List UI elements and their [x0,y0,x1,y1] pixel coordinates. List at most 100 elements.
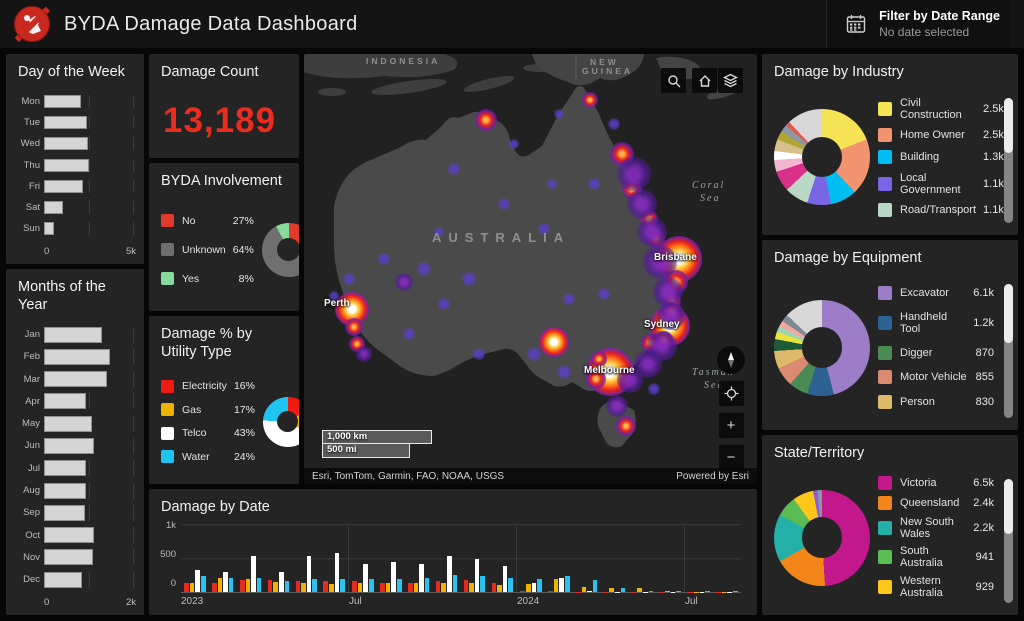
bar[interactable] [340,579,345,592]
bar[interactable] [559,578,564,592]
bar-row[interactable]: Jan [12,327,134,343]
map-search-button[interactable] [661,68,686,93]
bar[interactable] [296,581,301,592]
legend-item[interactable]: Victoria6.5k [878,476,994,490]
bar[interactable] [195,570,200,592]
legend-item[interactable]: Queensland2.4k [878,496,994,510]
bar-row[interactable]: Apr [12,393,134,409]
scrollbar-thumb[interactable] [1004,479,1013,534]
bar[interactable] [676,591,681,592]
date-bar-group[interactable] [545,524,573,592]
bar-row[interactable]: Nov [12,549,134,565]
bar-row[interactable]: Mar [12,371,134,387]
bar[interactable] [44,95,81,108]
legend-item[interactable]: Yes8% [161,272,254,285]
legend-item[interactable]: Digger870 [878,346,994,360]
byda-donut-chart[interactable] [262,223,299,277]
bar-row[interactable]: Feb [12,349,134,365]
bar-row[interactable]: Wed [12,137,134,150]
date-bar-group[interactable] [209,524,237,592]
bar[interactable] [218,578,223,592]
bar-row[interactable]: Sep [12,505,134,521]
bar[interactable] [475,559,480,592]
bar[interactable] [212,583,217,593]
date-bar-group[interactable] [377,524,405,592]
bar[interactable] [441,583,446,592]
bar[interactable] [223,572,228,592]
date-bar-group[interactable] [460,524,488,592]
compass-button[interactable] [717,346,745,374]
scrollbar[interactable] [1004,479,1013,603]
legend-item[interactable]: Excavator6.1k [878,286,994,300]
legend-item[interactable]: Local Government1.1k [878,172,1004,196]
bar[interactable] [268,580,273,592]
bar[interactable] [44,549,93,565]
legend-item[interactable]: Handheld Tool1.2k [878,311,994,335]
bar[interactable] [637,588,642,592]
zoom-in-button[interactable]: + [719,413,744,438]
legend-item[interactable]: No27% [161,214,254,227]
bar[interactable] [548,591,553,592]
bar[interactable] [285,581,290,592]
legend-item[interactable]: New South Wales2.2k [878,516,994,540]
legend-item[interactable]: Building1.3k [878,150,1004,164]
scrollbar[interactable] [1004,284,1013,418]
bar-row[interactable]: Tue [12,116,134,129]
bar-row[interactable]: Mon [12,95,134,108]
bar[interactable] [44,416,92,432]
bar[interactable] [257,578,262,592]
bar[interactable] [44,159,89,172]
legend-item[interactable]: Unknown64% [161,243,254,256]
bar-row[interactable]: Dec [12,572,134,588]
bar-row[interactable]: Sat [12,201,134,214]
bar[interactable] [419,564,424,592]
bar[interactable] [497,585,502,592]
bar[interactable] [44,393,86,409]
date-bar-group[interactable] [433,524,461,592]
bar[interactable] [279,572,284,592]
date-bar-group[interactable] [684,524,713,592]
date-bar-group[interactable] [292,524,320,592]
date-bar-group[interactable] [237,524,265,592]
bar[interactable] [335,553,340,592]
date-bar-group[interactable] [516,524,545,592]
bar[interactable] [705,591,710,592]
bar[interactable] [480,576,485,592]
legend-item[interactable]: Road/Transport1.1k [878,203,1004,217]
scrollbar[interactable] [1004,98,1013,223]
legend-item[interactable]: Motor Vehicle855 [878,370,994,384]
bar-row[interactable]: Fri [12,180,134,193]
bar[interactable] [190,583,195,592]
bar[interactable] [386,583,391,592]
bar[interactable] [44,201,63,214]
bar[interactable] [251,556,256,592]
bar-row[interactable]: Oct [12,527,134,543]
bar-row[interactable]: Thu [12,159,134,172]
date-bar-group[interactable] [573,524,601,592]
map-panel[interactable]: INDONESIANEWGUINEAAUSTRALIACoralSeaTasma… [304,54,757,484]
date-bar-group[interactable] [656,524,684,592]
bar[interactable] [397,579,402,592]
bar[interactable] [447,556,452,592]
date-bar-group[interactable] [265,524,293,592]
bar[interactable] [273,582,278,592]
bar[interactable] [609,588,614,592]
legend-item[interactable]: Civil Construction2.5k [878,97,1004,121]
bar[interactable] [44,505,85,521]
bar-row[interactable]: Sun [12,222,134,235]
state-donut-chart[interactable] [774,490,870,586]
bar[interactable] [44,371,107,387]
bar[interactable] [414,583,419,592]
bar[interactable] [369,579,374,592]
bar[interactable] [526,584,531,592]
bar[interactable] [532,583,537,593]
bar-row[interactable]: Jun [12,438,134,454]
bar[interactable] [312,579,317,592]
bar[interactable] [44,327,102,343]
bar[interactable] [492,583,497,592]
legend-item[interactable]: Gas17% [161,403,255,416]
bar[interactable] [453,575,458,592]
bar[interactable] [184,583,189,592]
bar[interactable] [587,591,592,592]
legend-item[interactable]: Water24% [161,450,255,463]
